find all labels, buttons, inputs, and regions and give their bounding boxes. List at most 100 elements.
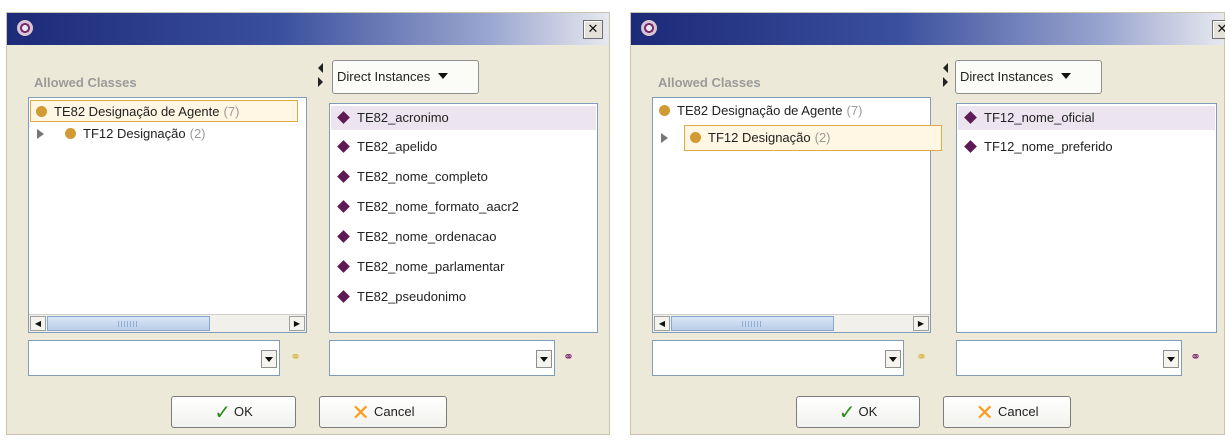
- collapse-right-icon[interactable]: [943, 77, 948, 87]
- class-tree-item[interactable]: TE82 Designação de Agente (7): [30, 100, 298, 122]
- class-name: TE82 Designação de Agente: [677, 103, 843, 118]
- instance-picker-dialog-1: ✕ Allowed Classes TE82 Designação de Age…: [6, 12, 610, 435]
- class-search-combo[interactable]: [652, 340, 904, 376]
- view-selector-button[interactable]: Direct Instances: [955, 60, 1102, 94]
- list-item[interactable]: TE82_pseudonimo: [331, 285, 596, 309]
- instance-icon: [337, 230, 350, 243]
- scroll-left-icon[interactable]: ◀: [30, 316, 46, 331]
- instance-name: TF12_nome_oficial: [984, 110, 1095, 125]
- cancel-x-icon: ✕: [351, 400, 370, 425]
- instance-list[interactable]: TF12_nome_oficial TF12_nome_preferido: [956, 103, 1217, 333]
- binoculars-icon[interactable]: ⚭: [563, 350, 579, 364]
- instance-icon: [964, 140, 977, 153]
- instance-name: TE82_nome_ordenacao: [357, 229, 497, 244]
- class-tree[interactable]: TE82 Designação de Agente (7) TF12 Design…: [652, 97, 942, 333]
- instance-icon: [337, 200, 350, 213]
- class-icon: [36, 106, 47, 117]
- instance-icon: [337, 290, 350, 303]
- class-tree-item[interactable]: TF12 Designação (2): [61, 123, 206, 145]
- instance-name: TE82_apelido: [357, 139, 438, 154]
- instance-name: TE82_nome_formato_aacr2: [357, 199, 519, 214]
- list-item[interactable]: TE82_apelido: [331, 135, 596, 159]
- instance-search-combo[interactable]: [329, 340, 555, 376]
- ok-label: OK: [233, 404, 253, 419]
- dropdown-arrow-icon[interactable]: [885, 350, 901, 368]
- class-tree-item[interactable]: TF12 Designação (2): [684, 125, 942, 151]
- view-selector-button[interactable]: Direct Instances: [332, 60, 479, 94]
- list-item[interactable]: TE82_nome_formato_aacr2: [331, 195, 596, 219]
- list-item[interactable]: TF12_nome_oficial: [958, 106, 1215, 130]
- dropdown-arrow-icon[interactable]: [261, 350, 277, 368]
- class-icon: [659, 105, 670, 116]
- close-button[interactable]: ✕: [583, 20, 603, 39]
- collapse-left-icon[interactable]: [318, 63, 323, 73]
- cancel-x-icon: ✕: [975, 400, 994, 425]
- list-item[interactable]: TE82_nome_parlamentar: [331, 255, 596, 279]
- allowed-classes-label: Allowed Classes: [34, 75, 137, 90]
- title-bar[interactable]: ✕: [631, 13, 1225, 45]
- scroll-right-icon[interactable]: ▶: [289, 316, 305, 331]
- class-name: TF12 Designação: [708, 130, 811, 145]
- instance-count: (2): [814, 130, 831, 145]
- class-name: TF12 Designação: [83, 126, 186, 141]
- view-selector-label: Direct Instances: [960, 69, 1054, 84]
- horizontal-scrollbar[interactable]: ◀ ▶: [653, 314, 930, 332]
- list-item[interactable]: TF12_nome_preferido: [958, 135, 1215, 159]
- list-item[interactable]: TE82_nome_ordenacao: [331, 225, 596, 249]
- checkmark-icon: ✓: [838, 402, 856, 424]
- ok-button[interactable]: ✓ OK: [796, 396, 920, 428]
- instance-icon: [337, 140, 350, 153]
- checkmark-icon: ✓: [214, 402, 231, 424]
- instance-search-combo[interactable]: [956, 340, 1182, 376]
- class-icon: [690, 132, 701, 143]
- split-pane-divider[interactable]: [316, 57, 326, 441]
- binoculars-icon[interactable]: ⚭: [916, 350, 932, 364]
- list-item[interactable]: TE82_acronimo: [331, 106, 596, 130]
- allowed-classes-label: Allowed Classes: [658, 75, 761, 90]
- split-pane-divider[interactable]: [941, 57, 951, 441]
- collapse-right-icon[interactable]: [318, 77, 323, 87]
- ok-label: OK: [858, 404, 878, 419]
- expand-arrow-icon[interactable]: [37, 129, 44, 139]
- title-bar[interactable]: ✕: [7, 13, 609, 45]
- cancel-button[interactable]: ✕ Cancel: [319, 396, 447, 428]
- class-tree[interactable]: TE82 Designação de Agente (7) TF12 Design…: [28, 97, 307, 333]
- instance-count: (7): [223, 104, 240, 119]
- instance-list[interactable]: TE82_acronimo TE82_apelido TE82_nome_com…: [329, 103, 598, 333]
- instance-count: (7): [846, 103, 863, 118]
- instance-count: (2): [189, 126, 206, 141]
- dropdown-arrow-icon[interactable]: [536, 350, 552, 368]
- class-icon: [65, 128, 76, 139]
- scroll-left-icon[interactable]: ◀: [654, 316, 670, 331]
- instance-name: TE82_acronimo: [357, 110, 449, 125]
- protege-logo-icon: [641, 20, 657, 36]
- instance-name: TF12_nome_preferido: [984, 139, 1113, 154]
- list-item[interactable]: TE82_nome_completo: [331, 165, 596, 189]
- view-selector-label: Direct Instances: [337, 69, 431, 84]
- ok-button[interactable]: ✓ OK: [171, 396, 296, 428]
- dropdown-arrow-icon[interactable]: [1163, 350, 1179, 368]
- instance-icon: [337, 260, 350, 273]
- instance-icon: [964, 111, 977, 124]
- instance-name: TE82_pseudonimo: [357, 289, 467, 304]
- class-tree-item[interactable]: TE82 Designação de Agente (7): [654, 100, 862, 122]
- chevron-down-icon: [1061, 73, 1072, 79]
- binoculars-icon[interactable]: ⚭: [1190, 350, 1206, 364]
- instance-icon: [337, 111, 350, 124]
- instance-name: TE82_nome_parlamentar: [357, 259, 505, 274]
- binoculars-icon[interactable]: ⚭: [290, 350, 306, 364]
- close-button[interactable]: ✕: [1212, 20, 1225, 39]
- scroll-right-icon[interactable]: ▶: [913, 316, 929, 331]
- collapse-left-icon[interactable]: [943, 63, 948, 73]
- expand-arrow-icon[interactable]: [661, 133, 668, 143]
- scroll-thumb[interactable]: [47, 316, 210, 331]
- instance-picker-dialog-2: ✕ Allowed Classes TE82 Designação de Age…: [630, 12, 1225, 435]
- cancel-button[interactable]: ✕ Cancel: [943, 396, 1071, 428]
- cancel-label: Cancel: [373, 404, 415, 419]
- horizontal-scrollbar[interactable]: ◀ ▶: [29, 314, 306, 332]
- cancel-label: Cancel: [997, 404, 1039, 419]
- scroll-thumb[interactable]: [671, 316, 834, 331]
- class-name: TE82 Designação de Agente: [54, 104, 220, 119]
- instance-icon: [337, 170, 350, 183]
- class-search-combo[interactable]: [28, 340, 280, 376]
